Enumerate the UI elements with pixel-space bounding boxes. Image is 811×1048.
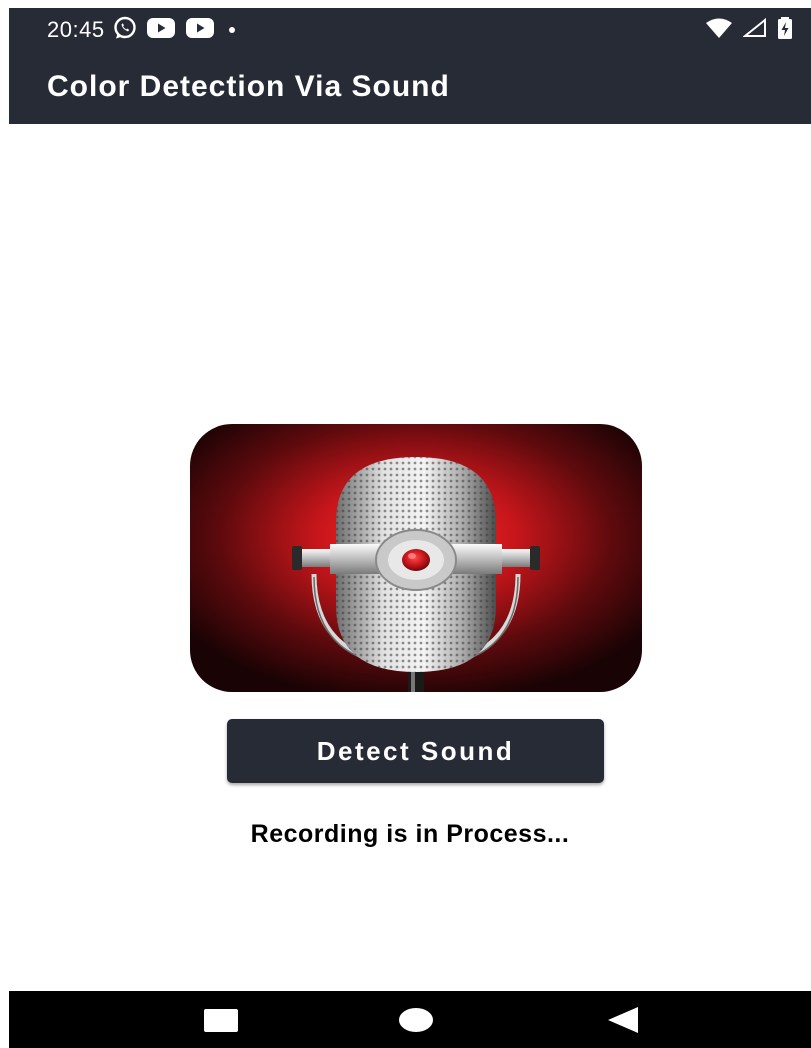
main-content: Detect Sound Recording is in Process... [9, 124, 811, 999]
whatsapp-icon [114, 16, 136, 39]
system-icons [705, 15, 793, 41]
home-icon [399, 1007, 433, 1032]
recents-icon [204, 1008, 238, 1032]
signal-icon [743, 17, 766, 37]
youtube-icon [147, 18, 175, 38]
wifi-icon [706, 18, 732, 38]
microphone-icon[interactable] [190, 424, 642, 692]
navigation-bar [9, 991, 811, 1048]
home-button[interactable] [376, 991, 456, 1048]
status-bar: 20:45 [9, 8, 811, 48]
recording-status: Recording is in Process... [250, 820, 570, 848]
battery-charging-icon [778, 17, 792, 39]
dot-icon [229, 27, 235, 33]
app-bar: Color Detection Via Sound [9, 48, 811, 124]
app-screen: 20:45 Color Detection Via Sound Detect S… [9, 8, 811, 1048]
app-title: Color Detection Via Sound [47, 70, 450, 103]
back-icon [608, 1006, 638, 1033]
detect-sound-button[interactable]: Detect Sound [227, 719, 604, 783]
recents-button[interactable] [182, 991, 262, 1048]
youtube-icon [186, 18, 214, 38]
status-time: 20:45 [47, 17, 105, 42]
back-button[interactable] [582, 991, 662, 1048]
notification-icons [113, 15, 238, 41]
